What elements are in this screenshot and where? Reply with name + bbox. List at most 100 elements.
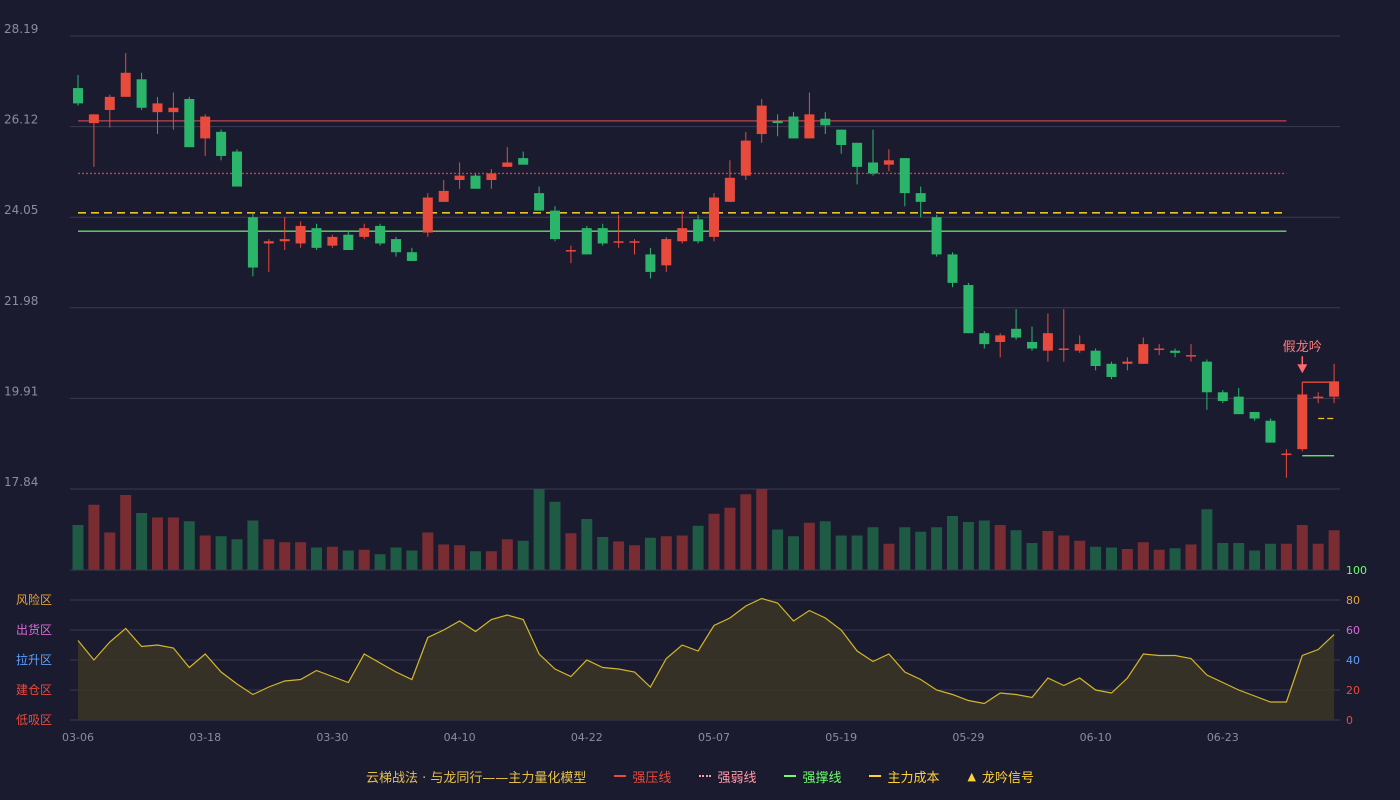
candle-body [1186, 355, 1196, 357]
volume-bar [629, 545, 640, 570]
price-tick-label: 24.05 [4, 203, 38, 217]
volume-bar [1074, 540, 1086, 570]
candle-body [1106, 363, 1117, 377]
candle-body [581, 228, 592, 255]
legend-label: 强撑线 [802, 770, 842, 786]
candle-body [136, 79, 147, 108]
volume-bar [152, 517, 163, 570]
candle-body [1281, 453, 1292, 456]
candle-body [200, 116, 211, 139]
candle-body [772, 120, 783, 124]
legend-label: 龙吟信号 [981, 770, 1034, 786]
osc-tick-label: 40 [1346, 654, 1360, 667]
volume-bar [120, 495, 132, 570]
legend-item-weak[interactable]: 强弱线 [699, 767, 756, 786]
candle-body [168, 107, 179, 113]
legend: 云梯战法 · 与龙同行——主力量化模型 强压线 强弱线 强撑线 主力成本 ▲ 龙… [0, 762, 1400, 790]
osc-tick-label: 20 [1346, 684, 1360, 697]
volume-bar [613, 541, 625, 570]
candle-body [979, 333, 990, 345]
candle-body [693, 219, 704, 242]
candle-body [883, 160, 894, 165]
candle-body [1138, 344, 1149, 364]
x-tick-label: 03-30 [316, 731, 348, 744]
volume-bar [517, 540, 529, 570]
volume-bar [533, 489, 545, 570]
volume-bar [819, 521, 831, 570]
volume-bar [438, 544, 450, 570]
candle-body [1265, 420, 1276, 443]
x-tick-label: 05-07 [698, 731, 730, 744]
x-tick-label: 03-06 [62, 731, 94, 744]
candle-body [470, 175, 481, 189]
osc-tick-label: 60 [1346, 624, 1360, 637]
osc-zone-label: 低吸区 [16, 713, 52, 727]
volume-bar [1042, 531, 1054, 570]
volume-bar [1106, 547, 1117, 570]
volume-bar [835, 535, 847, 570]
legend-item-cost[interactable]: 主力成本 [869, 767, 939, 786]
volume-bar [374, 554, 386, 570]
candle-body [1122, 361, 1133, 364]
legend-item-support[interactable]: 强撑线 [784, 767, 841, 786]
candle-body [724, 177, 735, 202]
candle-body [1090, 350, 1101, 367]
volume-bar [422, 532, 434, 570]
volume-bar [1280, 543, 1292, 570]
candle-body [311, 228, 322, 248]
candle-body [661, 239, 672, 266]
volume-bar [88, 504, 100, 570]
volume-bar [1137, 542, 1149, 570]
volume-bar [1265, 543, 1276, 570]
volume-bar [247, 520, 259, 570]
volume-bar [676, 535, 688, 570]
volume-bar [279, 542, 291, 570]
volume-bar [485, 551, 497, 570]
candle-body [454, 175, 465, 180]
candle-body [709, 197, 719, 237]
volume-bar [994, 525, 1006, 570]
volume-bar [947, 516, 958, 570]
volume-bar [1026, 543, 1038, 570]
candle-body [88, 114, 99, 124]
candle-body [295, 225, 306, 244]
candle-body [852, 142, 863, 167]
candle-body [104, 96, 115, 110]
candle-body [804, 114, 815, 139]
volume-bar [931, 527, 943, 570]
candle-body [756, 105, 767, 135]
candle-body [995, 335, 1006, 342]
volume-bar [1121, 549, 1133, 570]
osc-zone-label: 风险区 [16, 592, 52, 607]
candle-body [597, 228, 608, 244]
volume-bar [962, 522, 974, 570]
legend-item-pressure[interactable]: 强压线 [614, 767, 671, 786]
candle-body [216, 131, 227, 156]
volume-bar [581, 519, 593, 570]
candle-body [1313, 396, 1324, 399]
x-tick-label: 06-10 [1080, 731, 1112, 744]
candle-body [534, 193, 545, 211]
volume-bar [978, 520, 990, 570]
candle-body [486, 173, 497, 180]
candle-body [1233, 396, 1244, 415]
legend-label: 主力成本 [887, 770, 940, 786]
price-tick-label: 28.19 [4, 22, 38, 36]
candle-body [152, 103, 163, 113]
legend-item-signal[interactable]: ▲ 龙吟信号 [967, 767, 1033, 786]
candle-body [184, 99, 195, 148]
osc-tick-label: 100 [1346, 564, 1367, 577]
candle-body [406, 252, 417, 261]
volume-bar [1153, 549, 1165, 570]
candle-body [868, 162, 878, 174]
osc-zone-label: 建仓区 [16, 683, 52, 697]
price-tick-label: 19.91 [4, 384, 38, 398]
price-tick-label: 21.98 [4, 294, 38, 308]
volume-bar [1233, 543, 1245, 570]
volume-bar [1312, 543, 1324, 570]
candle-body [1249, 411, 1260, 419]
volume-bar [740, 494, 752, 570]
candle-body [915, 193, 926, 202]
price-tick-label: 17.84 [4, 475, 38, 489]
volume-bar [199, 535, 211, 570]
